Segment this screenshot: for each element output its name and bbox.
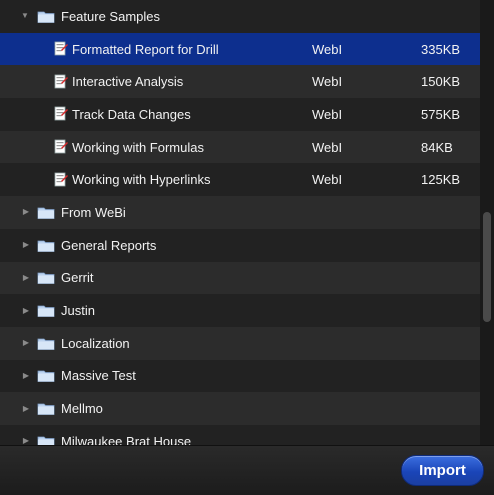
webi-document-icon: [54, 41, 68, 56]
document-row[interactable]: Formatted Report for Drill WebI 335KB: [0, 32, 480, 66]
document-row[interactable]: Working with Formulas WebI 84KB: [0, 130, 480, 164]
folder-icon: [37, 338, 55, 350]
vertical-scrollbar[interactable]: [480, 0, 494, 445]
folder-row[interactable]: ▶ Localization: [0, 326, 480, 360]
document-row[interactable]: Interactive Analysis WebI 150KB: [0, 65, 480, 99]
folder-row[interactable]: ▶ From WeBi: [0, 196, 480, 229]
folder-row[interactable]: ▶ Gerrit: [0, 261, 480, 295]
chevron-right-icon[interactable]: ▶: [21, 273, 31, 283]
document-size: 575KB: [421, 106, 461, 122]
folder-label: From WeBi: [61, 204, 126, 220]
document-name: Working with Hyperlinks: [72, 172, 211, 188]
scrollbar-thumb[interactable]: [483, 212, 491, 322]
chevron-right-icon[interactable]: ▶: [21, 306, 31, 316]
document-row[interactable]: Working with Hyperlinks WebI 125KB: [0, 163, 480, 197]
document-name: Working with Formulas: [72, 139, 204, 155]
document-size: 125KB: [421, 172, 461, 188]
folder-icon: [37, 371, 55, 383]
webi-document-icon: [54, 139, 68, 154]
document-type: WebI: [312, 106, 343, 122]
document-size: 335KB: [421, 41, 461, 57]
chevron-down-icon[interactable]: ▼: [20, 11, 30, 21]
document-type: WebI: [312, 41, 343, 57]
document-row[interactable]: Track Data Changes WebI 575KB: [0, 98, 480, 131]
folder-row[interactable]: ▶ Mellmo: [0, 392, 480, 425]
folder-icon: [37, 240, 55, 252]
document-name: Track Data Changes: [72, 106, 191, 122]
folder-icon: [37, 272, 55, 285]
chevron-right-icon[interactable]: ▶: [21, 436, 31, 445]
document-name: Formatted Report for Drill: [72, 41, 219, 57]
folder-label: Mellmo: [61, 401, 103, 417]
document-size: 84KB: [421, 139, 453, 155]
folder-label: General Reports: [61, 237, 157, 253]
import-button[interactable]: Import: [401, 455, 484, 486]
folder-label: Milwaukee Brat House: [61, 433, 192, 445]
dialog-footer: Import: [0, 445, 494, 495]
webi-document-icon: [54, 107, 68, 121]
folder-row-feature-samples[interactable]: ▼ Feature Samples: [0, 0, 480, 33]
folder-row[interactable]: ▶ Massive Test: [0, 359, 480, 393]
folder-icon: [37, 305, 55, 317]
webi-document-icon: [54, 172, 68, 187]
webi-document-icon: [54, 74, 68, 89]
chevron-right-icon[interactable]: ▶: [21, 207, 31, 217]
document-type: WebI: [312, 74, 343, 90]
folder-row[interactable]: ▶ Justin: [0, 294, 480, 327]
import-dialog: ▼ Feature Samples Formatted Report for D…: [0, 0, 494, 495]
chevron-right-icon[interactable]: ▶: [21, 338, 31, 348]
folder-label: Massive Test: [61, 368, 136, 384]
folder-label: Gerrit: [61, 270, 94, 286]
folder-label: Feature Samples: [61, 8, 160, 24]
folder-row[interactable]: ▶ Milwaukee Brat House: [0, 424, 480, 445]
document-type: WebI: [312, 139, 343, 155]
folder-icon: [37, 403, 55, 415]
folder-label: Justin: [61, 303, 95, 319]
chevron-right-icon[interactable]: ▶: [21, 371, 31, 381]
document-name: Interactive Analysis: [72, 74, 184, 90]
chevron-right-icon[interactable]: ▶: [21, 240, 31, 250]
folder-row[interactable]: ▶ General Reports: [0, 228, 480, 262]
document-size: 150KB: [421, 74, 461, 90]
document-tree: ▼ Feature Samples Formatted Report for D…: [0, 0, 480, 445]
chevron-right-icon[interactable]: ▶: [21, 404, 31, 414]
folder-label: Localization: [61, 335, 130, 351]
folder-icon: [37, 11, 55, 23]
folder-icon: [37, 207, 55, 219]
document-type: WebI: [312, 172, 343, 188]
folder-icon: [37, 436, 55, 445]
